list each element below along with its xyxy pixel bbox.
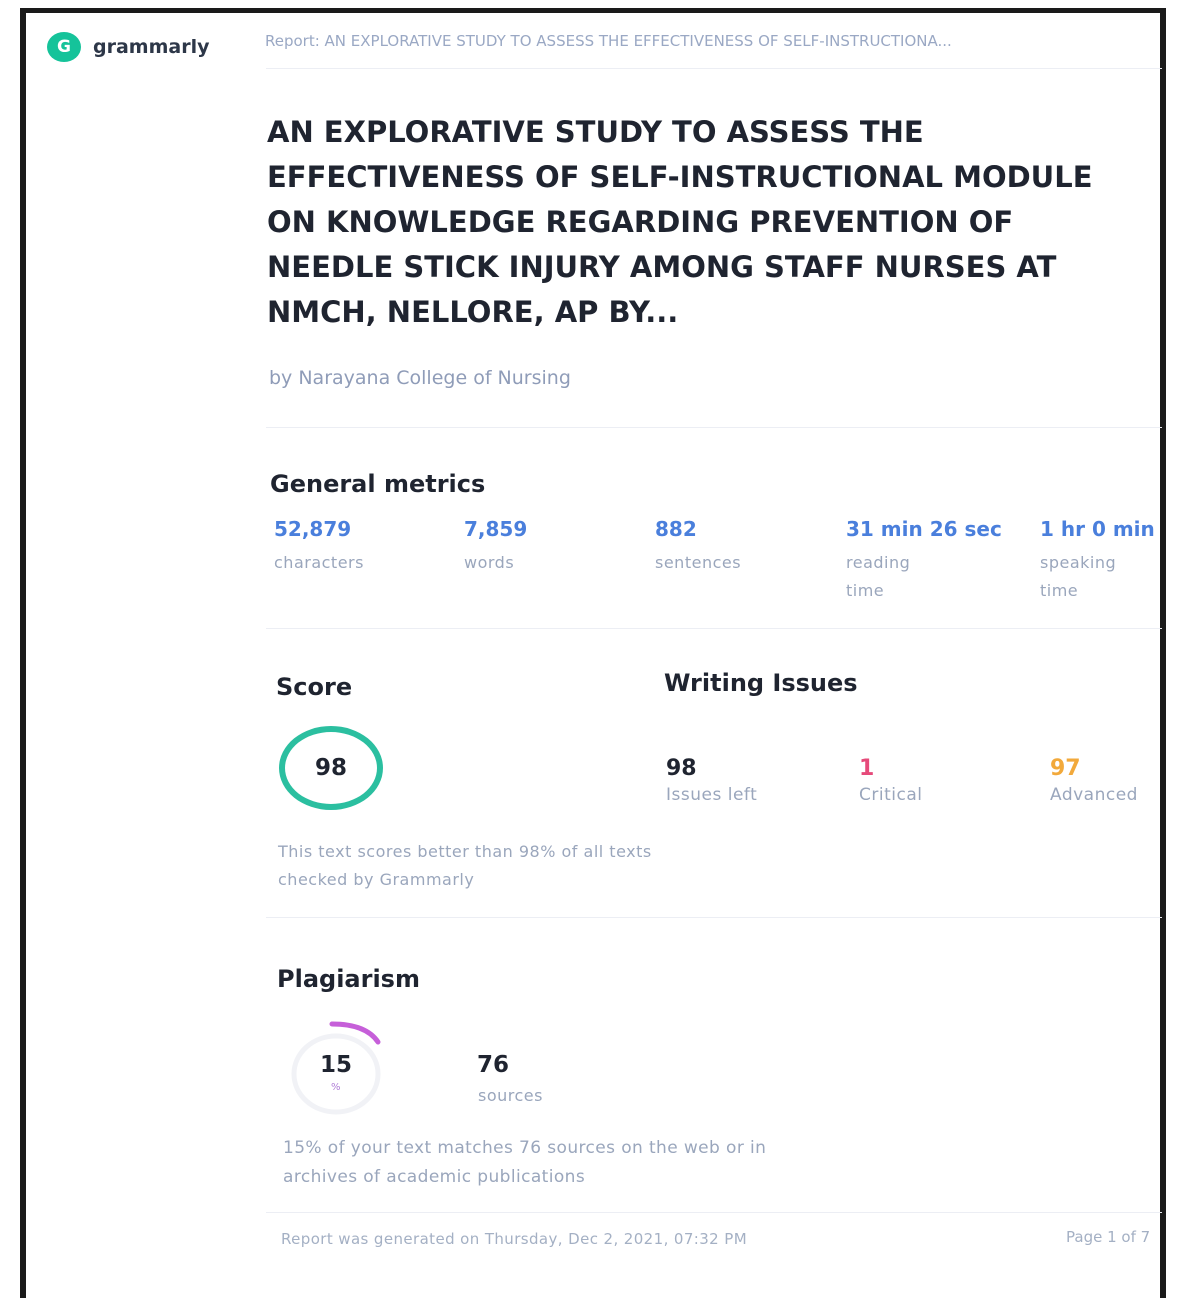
issue-label: Advanced	[1050, 785, 1138, 805]
metric-label: words	[464, 553, 515, 572]
plagiarism-sources-count: 76	[477, 1052, 510, 1078]
general-metrics-title: General metrics	[270, 470, 486, 498]
divider	[266, 917, 1162, 918]
plagiarism-percent-unit: %	[331, 1082, 341, 1093]
divider	[266, 1212, 1162, 1213]
issue-value: 98	[666, 756, 697, 781]
metric-label: speaking time	[1040, 553, 1117, 600]
issue-advanced: 97 Advanced	[1050, 756, 1138, 805]
metric-speaking-time: 1 hr 0 min speaking time	[1040, 517, 1170, 605]
metric-reading-time: 31 min 26 sec reading time	[846, 517, 1021, 605]
document-author: by Narayana College of Nursing	[269, 367, 571, 389]
divider	[266, 628, 1162, 629]
metric-label: reading time	[846, 553, 911, 600]
score-description: This text scores better than 98% of all …	[278, 842, 652, 889]
report-breadcrumb: Report: AN EXPLORATIVE STUDY TO ASSESS T…	[265, 32, 952, 50]
writing-issues-title: Writing Issues	[664, 669, 858, 697]
score-ring: 98	[279, 726, 383, 810]
metric-characters: 52,879 characters	[274, 517, 464, 577]
issue-critical: 1 Critical	[859, 756, 922, 805]
metric-value: 7,859	[464, 517, 528, 541]
score-value: 98	[314, 755, 347, 781]
logo-text: grammarly	[93, 36, 210, 58]
score-title: Score	[276, 673, 353, 701]
plagiarism-title: Plagiarism	[277, 965, 420, 993]
metric-words: 7,859 words	[464, 517, 654, 577]
grammarly-g-icon: G	[47, 32, 81, 62]
document-title: AN EXPLORATIVE STUDY TO ASSESS THE EFFEC…	[267, 115, 1093, 329]
metric-label: characters	[274, 553, 364, 572]
plagiarism-sources-label: sources	[478, 1086, 543, 1105]
issue-label: Critical	[859, 785, 923, 805]
issue-value: 97	[1050, 756, 1081, 781]
metric-sentences: 882 sentences	[655, 517, 845, 577]
issue-label: Issues left	[666, 785, 758, 805]
metric-value: 882	[655, 517, 697, 541]
metric-value: 52,879	[274, 517, 352, 541]
metric-value: 1 hr 0 min	[1040, 517, 1155, 541]
report-generated-date: Report was generated on Thursday, Dec 2,…	[281, 1230, 748, 1248]
page-number: Page 1 of 7	[1066, 1228, 1151, 1246]
divider	[266, 68, 1162, 69]
issue-value: 1	[859, 756, 875, 781]
grammarly-logo: G grammarly	[47, 32, 209, 62]
divider	[266, 427, 1162, 428]
plagiarism-percent: 15	[320, 1052, 353, 1078]
plagiarism-description: 15% of your text matches 76 sources on t…	[283, 1138, 767, 1187]
metric-value: 31 min 26 sec	[846, 517, 1002, 541]
issue-issues-left: 98 Issues left	[666, 756, 757, 805]
metric-label: sentences	[655, 553, 742, 572]
